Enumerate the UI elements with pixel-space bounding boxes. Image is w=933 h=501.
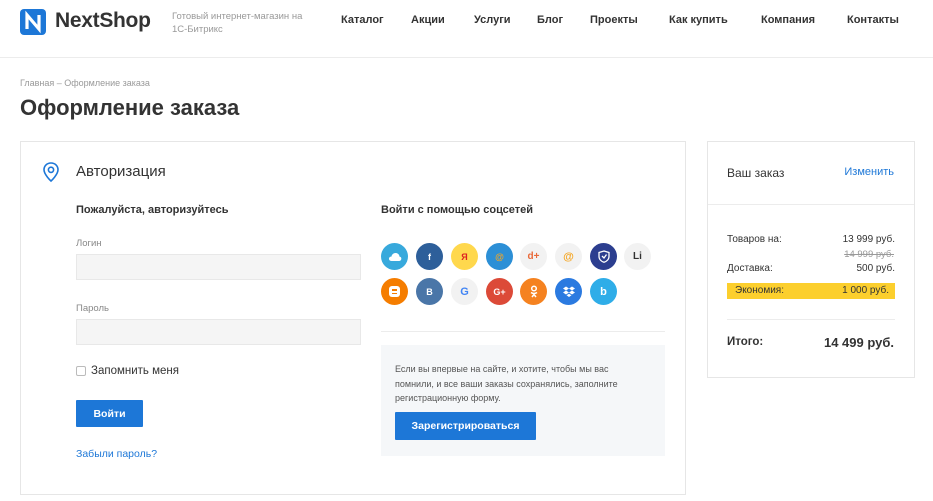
remember-me[interactable]: Запомнить меня xyxy=(76,365,179,377)
site-header: NextShop Готовый интернет-магазин на 1С-… xyxy=(0,0,933,58)
goods-label: Товаров на: xyxy=(727,234,782,245)
breadcrumb[interactable]: Главная – Оформление заказа xyxy=(20,78,150,88)
auth-subtitle: Пожалуйста, авторизуйтесь xyxy=(76,204,229,216)
location-pin-icon xyxy=(41,161,61,188)
register-box: Если вы впервые на сайте, и хотите, чтоб… xyxy=(381,345,665,456)
register-button[interactable]: Зарегистрироваться xyxy=(395,412,536,440)
nav-item-contacts[interactable]: Контакты xyxy=(847,14,899,26)
delivery-value: 500 руб. xyxy=(856,263,895,274)
savings-row: Экономия: 1 000 руб. xyxy=(727,283,895,299)
mail-ru-icon[interactable]: @ xyxy=(486,243,513,270)
nav-item-services[interactable]: Услуги xyxy=(474,14,511,26)
password-label: Пароль xyxy=(76,303,109,314)
checkout-panel: Авторизация Пожалуйста, авторизуйтесь Ло… xyxy=(20,141,686,495)
total-label: Итого: xyxy=(727,336,764,348)
divider xyxy=(727,319,895,320)
goods-row: Товаров на: 13 999 руб. xyxy=(727,234,895,245)
logo-text[interactable]: NextShop xyxy=(55,9,151,33)
nav-item-catalog[interactable]: Каталог xyxy=(341,14,384,26)
nav-item-projects[interactable]: Проекты xyxy=(590,14,638,26)
divider xyxy=(381,331,665,332)
login-button[interactable]: Войти xyxy=(76,400,143,427)
nav-item-how-to-buy[interactable]: Как купить xyxy=(669,14,728,26)
blogger-icon-line xyxy=(392,289,397,291)
section-title: Авторизация xyxy=(76,163,166,180)
goods-value: 13 999 руб. xyxy=(842,234,895,245)
page-title: Оформление заказа xyxy=(20,95,240,120)
blogger-icon[interactable] xyxy=(381,278,408,305)
remember-label: Запомнить меня xyxy=(91,365,179,377)
forgot-password-link[interactable]: Забыли пароль? xyxy=(76,448,157,460)
cloud-icon[interactable] xyxy=(381,243,408,270)
bitrix24-icon[interactable]: b xyxy=(590,278,617,305)
total-value: 14 499 руб. xyxy=(823,335,894,350)
nav-item-blog[interactable]: Блог xyxy=(537,14,563,26)
slogan: Готовый интернет-магазин на 1С-Битрикс xyxy=(172,11,303,35)
old-price: 14 999 руб. xyxy=(844,249,894,260)
vk-icon[interactable]: В xyxy=(416,278,443,305)
dropbox-icon[interactable] xyxy=(555,278,582,305)
livejournal-icon[interactable]: d+ xyxy=(520,243,547,270)
nav-item-promotions[interactable]: Акции xyxy=(411,14,445,26)
yandex-icon[interactable]: Я xyxy=(451,243,478,270)
divider xyxy=(708,204,914,205)
savings-label: Экономия: xyxy=(735,285,784,296)
blogger-icon-line xyxy=(392,292,397,294)
password-input[interactable] xyxy=(76,319,361,345)
social-title: Войти с помощью соцсетей xyxy=(381,204,534,216)
facebook-icon[interactable]: f xyxy=(416,243,443,270)
order-title: Ваш заказ xyxy=(727,166,785,180)
delivery-label: Доставка: xyxy=(727,263,773,274)
shield-icon[interactable] xyxy=(590,243,617,270)
google-plus-icon[interactable]: G+ xyxy=(486,278,513,305)
logo-icon[interactable] xyxy=(20,9,46,35)
odnoklassniki-icon[interactable] xyxy=(520,278,547,305)
login-input[interactable] xyxy=(76,254,361,280)
change-order-link[interactable]: Изменить xyxy=(844,166,894,178)
liveinternet-icon[interactable]: Li xyxy=(624,243,651,270)
remember-checkbox[interactable] xyxy=(76,366,86,376)
register-text: Если вы впервые на сайте, и хотите, чтоб… xyxy=(395,364,618,403)
login-label: Логин xyxy=(76,238,102,249)
delivery-row: Доставка: 500 руб. xyxy=(727,263,895,274)
savings-value: 1 000 руб. xyxy=(842,285,889,296)
order-summary: Ваш заказ Изменить Товаров на: 13 999 ру… xyxy=(707,141,915,378)
nav-item-company[interactable]: Компания xyxy=(761,14,815,26)
google-icon[interactable]: G xyxy=(451,278,478,305)
blogger-icon-glyph xyxy=(389,286,400,297)
mail-icon[interactable]: @ xyxy=(555,243,582,270)
